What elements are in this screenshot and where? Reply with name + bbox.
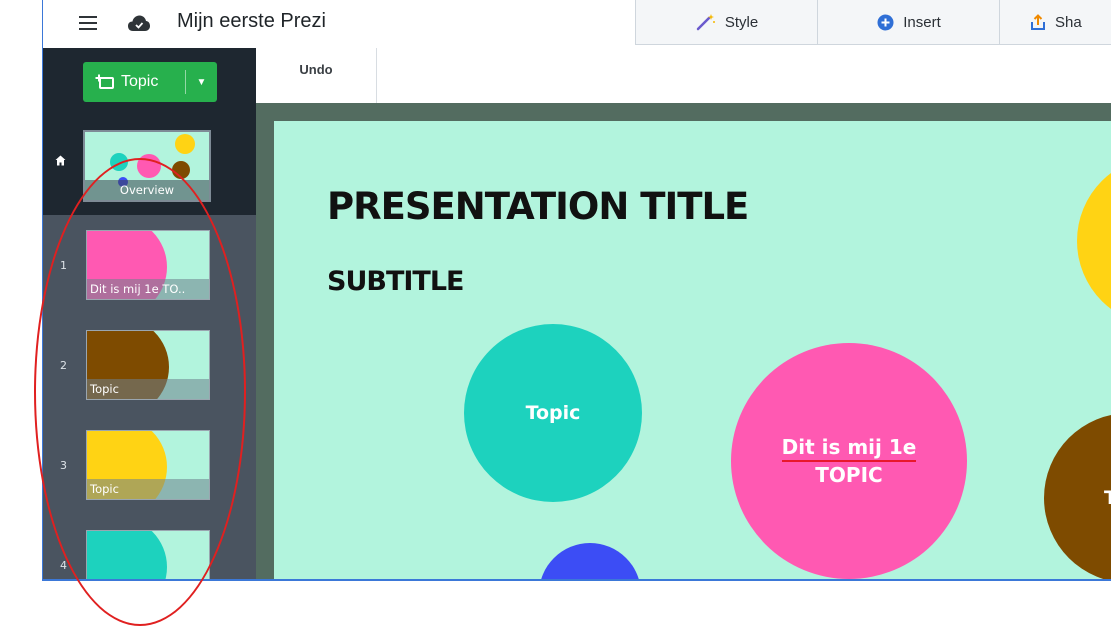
topic-thumbnail[interactable]: Dit is mij 1e TO..	[86, 230, 210, 300]
prezi-app-window: Mijn eerste Prezi Style Insert Sha Topic…	[42, 0, 1111, 581]
plus-circle-icon	[877, 14, 894, 30]
presentation-subtitle[interactable]: SUBTITLE	[327, 266, 464, 297]
topic-thumbnail[interactable]: Topic	[86, 330, 210, 400]
sidebar-header: Topic ▼	[43, 48, 256, 107]
topic-circle-teal[interactable]: Topic	[464, 324, 642, 502]
topic-circle-label: T	[1104, 487, 1111, 509]
tab-insert[interactable]: Insert	[817, 0, 1001, 45]
hamburger-menu-icon[interactable]	[79, 16, 97, 30]
topic-circle-brown[interactable]: T	[1044, 413, 1111, 579]
topic-label: Topic	[87, 479, 209, 499]
topic-number: 1	[60, 259, 67, 272]
topic-circle-blue[interactable]	[539, 543, 641, 579]
add-topic-icon	[95, 74, 114, 89]
share-icon	[1031, 13, 1045, 30]
topic-number: 2	[60, 359, 67, 372]
topic-thumbnail[interactable]: Topic	[86, 430, 210, 500]
top-bar: Mijn eerste Prezi Style Insert Sha	[43, 0, 1111, 49]
add-topic-main[interactable]: Topic	[83, 62, 185, 102]
add-topic-dropdown-icon[interactable]: ▼	[186, 77, 217, 88]
topic-number: 3	[60, 459, 67, 472]
cloud-icon[interactable]	[127, 14, 151, 36]
add-topic-label: Topic	[121, 73, 159, 90]
overview-thumbnail[interactable]: Overview	[83, 130, 211, 202]
presentation-title[interactable]: PRESENTATION TITLE	[327, 185, 749, 228]
canvas-frame: PRESENTATION TITLE SUBTITLE Topic Dit is…	[256, 103, 1111, 579]
topic-label: Dit is mij 1e TO..	[87, 279, 209, 299]
undo-button[interactable]: Undo	[256, 48, 377, 103]
tab-share-label: Sha	[1055, 13, 1082, 31]
topic-circle-label-line2: TOPIC	[815, 463, 883, 487]
home-icon	[55, 155, 66, 166]
topic-circle-label-line1: Dit is mij 1e	[781, 434, 917, 462]
topic-circle-label: Topic	[525, 402, 581, 424]
overview-label: Overview	[85, 180, 209, 200]
topic-circle-yellow[interactable]	[1077, 156, 1111, 326]
topic-number: 4	[60, 559, 67, 572]
tab-style-label: Style	[724, 13, 759, 31]
topic-sidebar: Topic ▼ Overview 1 Dit is mij 1e TO.. 2 …	[43, 48, 256, 579]
presentation-name[interactable]: Mijn eerste Prezi	[177, 10, 326, 33]
overview-item[interactable]: Overview	[43, 107, 256, 215]
tab-insert-label: Insert	[903, 13, 941, 31]
tab-share[interactable]: Sha	[999, 0, 1111, 45]
tab-style[interactable]: Style	[635, 0, 819, 45]
add-topic-button[interactable]: Topic ▼	[83, 62, 217, 102]
magic-wand-icon	[696, 14, 715, 31]
edit-toolbar: Undo	[256, 48, 1111, 104]
presentation-canvas[interactable]: PRESENTATION TITLE SUBTITLE Topic Dit is…	[274, 121, 1111, 579]
topic-circle-pink[interactable]: Dit is mij 1e TOPIC	[731, 343, 967, 579]
topic-thumbnail[interactable]	[86, 530, 210, 579]
topic-label: Topic	[87, 379, 209, 399]
